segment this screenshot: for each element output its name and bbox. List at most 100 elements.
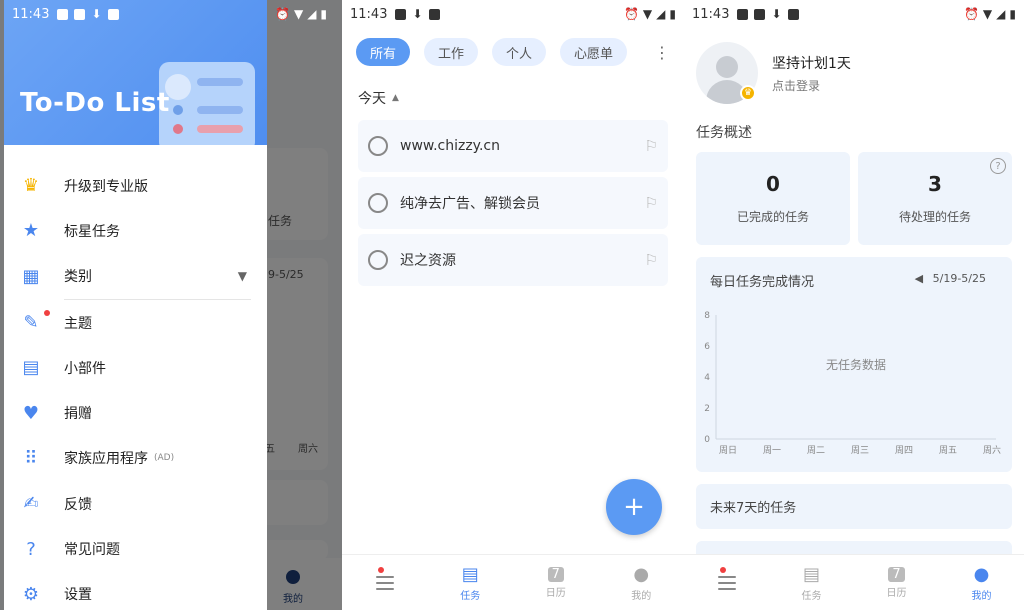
menu-item-donate[interactable]: ♥ 捐赠	[4, 390, 267, 435]
nav-label: 任务	[460, 590, 481, 602]
nav-tasks[interactable]: ▤ 任务	[428, 555, 514, 610]
apps-grid-icon: ⠿	[24, 447, 38, 469]
menu-item-category[interactable]: ▦ 类别 ▼	[4, 254, 267, 299]
x-tick-label: 周六	[983, 444, 1001, 456]
image-icon	[57, 8, 69, 20]
section-today[interactable]: 今天 ▲	[342, 76, 684, 120]
menu-label: 常见问题	[64, 542, 120, 559]
wifi-icon: ▼	[982, 7, 993, 21]
nav-mine[interactable]: ● 我的	[599, 555, 685, 610]
app-icon	[754, 8, 766, 20]
nav-calendar[interactable]: 7 日历	[513, 555, 599, 610]
menu-item-starred[interactable]: ★ 标星任务	[4, 208, 267, 253]
chip-personal[interactable]: 个人	[492, 38, 547, 66]
signal-icon: ◢	[996, 7, 1006, 21]
nav-mine[interactable]: ● 我的	[939, 555, 1024, 610]
menu-item-settings[interactable]: ⚙ 设置	[4, 572, 267, 610]
menu-icon	[375, 575, 394, 590]
dot-shape	[173, 124, 183, 134]
menu-item-faq[interactable]: ? 常见问题	[4, 526, 267, 571]
heart-icon: ♥	[22, 402, 40, 424]
y-tick-label: 0	[704, 435, 710, 445]
flag-icon[interactable]: ⚐	[645, 194, 658, 212]
nav-label: 我的	[631, 590, 652, 602]
signal-icon: ◢	[656, 7, 666, 21]
nav-tasks[interactable]: ▤ 任务	[769, 555, 854, 610]
app-title: To-Do List	[20, 88, 170, 118]
star-icon: ★	[22, 220, 40, 242]
calendar-icon: 7	[888, 566, 905, 582]
task-item[interactable]: 纯净去广告、解锁会员 ⚐	[358, 177, 668, 229]
y-tick-label: 6	[704, 342, 710, 352]
login-link[interactable]: 点击登录	[772, 77, 851, 94]
help-icon: ?	[26, 538, 36, 560]
checkbox-circle[interactable]	[368, 250, 388, 270]
help-icon[interactable]: ?	[990, 158, 1006, 174]
more-vert-icon[interactable]: ⋮	[654, 43, 670, 62]
alarm-icon: ⏰	[623, 7, 639, 21]
y-tick-label: 8	[704, 311, 710, 321]
completed-count: 0	[766, 172, 780, 196]
profile-name: 坚持计划1天	[772, 55, 851, 72]
menu-label: 主题	[64, 315, 92, 332]
checkbox-circle[interactable]	[368, 193, 388, 213]
completed-label: 已完成的任务	[736, 210, 809, 224]
calendar-icon: 7	[547, 566, 564, 582]
next-7-days-card[interactable]: 未来7天的任务	[696, 484, 1012, 529]
flag-icon[interactable]: ⚐	[645, 137, 658, 155]
category-chips: 所有 工作 个人 心愿单 ⋮	[342, 28, 684, 76]
menu-item-theme[interactable]: ✎ 主题	[4, 300, 267, 345]
widget-icon: ▤	[22, 357, 40, 379]
task-title: www.chizzy.cn	[400, 138, 500, 154]
checkbox-circle[interactable]	[368, 136, 388, 156]
chip-work[interactable]: 工作	[424, 38, 479, 66]
chip-all[interactable]: 所有	[356, 38, 411, 66]
menu-label: 捐赠	[64, 406, 92, 423]
menu-label: 标星任务	[64, 223, 120, 240]
profile-header[interactable]: 坚持计划1天 点击登录	[684, 28, 1024, 112]
nav-menu[interactable]	[684, 555, 769, 610]
menu-item-family-apps[interactable]: ⠿ 家族应用程序 (AD)	[4, 436, 267, 481]
bottom-nav: ▤ 任务 7 日历 ● 我的	[342, 554, 684, 610]
status-bar: 11:43 ⬇	[4, 0, 267, 28]
menu-item-widget[interactable]: ▤ 小部件	[4, 345, 267, 390]
crown-icon: ♛	[22, 175, 40, 197]
menu-label: 家族应用程序	[64, 451, 148, 468]
nav-calendar[interactable]: 7 日历	[854, 555, 939, 610]
pending-stat: ? 3 待处理的任务	[858, 152, 1012, 245]
category-icon: ▦	[22, 265, 40, 287]
image-icon	[737, 8, 749, 20]
collapse-icon: ▲	[392, 93, 399, 103]
x-tick-label: 周日	[719, 445, 737, 456]
menu-label: 类别	[64, 269, 92, 286]
status-bar: 11:43 ⬇ ⏰ ▼ ◢ ▮	[684, 0, 1024, 28]
navigation-drawer: 11:43 ⬇ To-Do List ♛ 升级到专业版 ★ 标星任务 ▦ 类别 …	[4, 0, 267, 610]
x-tick-label: 周三	[851, 445, 869, 456]
x-tick-label: 周二	[807, 445, 825, 456]
tasks-icon: ▤	[802, 563, 820, 585]
drawer-menu: ♛ 升级到专业版 ★ 标星任务 ▦ 类别 ▼ ✎ 主题 ▤ 小部件 ♥ 捐赠 ⠿…	[4, 145, 267, 610]
nav-label: 日历	[545, 587, 566, 599]
menu-item-feedback[interactable]: ✍ 反馈	[4, 481, 267, 526]
alarm-icon: ⏰	[963, 7, 979, 21]
flag-icon[interactable]: ⚐	[645, 251, 658, 269]
status-bar: 11:43 ⬇ ⏰ ▼ ◢ ▮	[342, 0, 684, 28]
menu-label: 设置	[64, 587, 92, 604]
bottom-nav: ▤ 任务 7 日历 ● 我的	[684, 554, 1024, 610]
wifi-icon: ▼	[642, 7, 653, 21]
task-item[interactable]: www.chizzy.cn ⚐	[358, 120, 668, 172]
download-icon: ⬇	[412, 7, 423, 21]
nav-label: 我的	[971, 590, 992, 602]
app-icon	[107, 8, 119, 20]
nav-menu[interactable]	[342, 555, 428, 610]
chevron-down-icon: ▼	[237, 269, 247, 284]
chip-wishlist[interactable]: 心愿单	[560, 38, 628, 66]
header-illustration	[159, 62, 255, 145]
menu-item-upgrade[interactable]: ♛ 升级到专业版	[4, 163, 267, 208]
app-icon	[787, 8, 799, 20]
status-time: 11:43	[692, 6, 730, 22]
x-tick-label: 周一	[763, 445, 781, 456]
crown-badge-icon: ♛	[740, 85, 756, 101]
task-item[interactable]: 迟之资源 ⚐	[358, 234, 668, 286]
add-task-button[interactable]: +	[606, 479, 662, 535]
